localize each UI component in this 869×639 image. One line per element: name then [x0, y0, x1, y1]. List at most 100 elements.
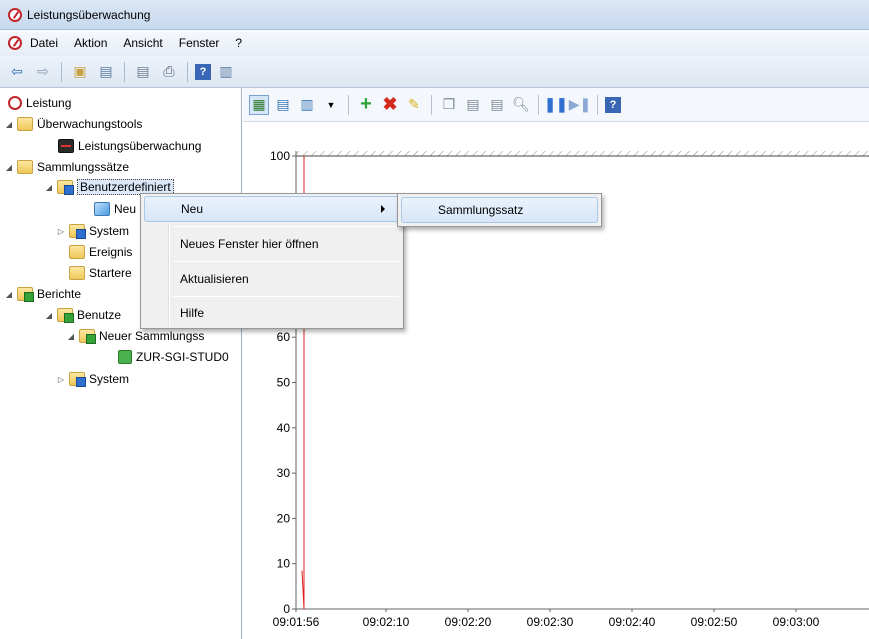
back-arrow-icon[interactable]: ⇦: [6, 61, 28, 83]
view-histogram-icon[interactable]: ▤: [273, 95, 293, 115]
menu-aktion[interactable]: Aktion: [66, 36, 115, 50]
view-graph-icon[interactable]: ▦: [249, 94, 269, 115]
menu-separator: [173, 226, 399, 227]
tree-item-label: Leistung: [26, 96, 72, 110]
menu-fenster[interactable]: Fenster: [171, 36, 228, 50]
submenu: Sammlungssatz: [397, 193, 602, 227]
tree-item-reports-system[interactable]: ▷ System: [56, 370, 129, 388]
x-tick-label: 09:02:40: [609, 615, 656, 629]
tree-item-ereignis[interactable]: Ereignis: [69, 243, 132, 261]
x-tick-label: 09:02:30: [527, 615, 574, 629]
toolbar-separator: [348, 94, 349, 115]
context-menu-item-neu[interactable]: Neu: [144, 196, 400, 222]
collapse-triangle-icon[interactable]: ◢: [44, 311, 54, 320]
tree-item-label: System: [89, 372, 130, 386]
chart-top-hatch: [296, 151, 869, 156]
toolbar-separator: [61, 61, 62, 82]
tree-item-label: Überwachungstools: [37, 117, 143, 131]
context-menu-item-hilfe[interactable]: Hilfe: [144, 300, 400, 326]
submenu-item-sammlungssatz[interactable]: Sammlungssatz: [401, 197, 598, 223]
tree-item-leistung[interactable]: Leistung: [8, 94, 71, 112]
console-tree: Leistung ◢ Überwachungstools Leistungsüb…: [0, 88, 242, 639]
copy-properties-icon[interactable]: ❐: [439, 95, 459, 115]
zoom-icon[interactable]: 🔍︎: [511, 95, 531, 115]
menu-ansicht[interactable]: Ansicht: [115, 36, 170, 50]
show-hide-tree-icon[interactable]: ▤: [95, 61, 117, 83]
folder-icon: [17, 160, 33, 174]
menu-separator: [173, 261, 399, 262]
paste-counter-list-icon[interactable]: ▤: [463, 95, 483, 115]
performance-gauge-icon: [8, 7, 22, 22]
tree-item-label: Ereignis: [89, 245, 133, 259]
help-icon[interactable]: ?: [195, 63, 211, 80]
data-collector-set-icon: [94, 202, 110, 216]
add-counter-icon[interactable]: +: [356, 93, 376, 115]
context-menu-label: Aktualisieren: [180, 272, 249, 286]
y-tick-label: 100: [270, 149, 290, 163]
collapse-triangle-icon[interactable]: ◢: [4, 120, 14, 129]
menu-datei[interactable]: Datei: [22, 36, 66, 50]
tree-item-label: ZUR-SGI-STUD0: [136, 350, 229, 364]
help-icon[interactable]: ?: [605, 96, 621, 113]
freeze-display-icon[interactable]: ❚❚: [544, 95, 567, 115]
y-tick-label: 60: [277, 330, 291, 344]
highlight-icon[interactable]: ✎: [404, 95, 424, 115]
tree-item-neuer-sammlungssatz[interactable]: ◢ Neuer Sammlungss: [66, 327, 204, 345]
tree-item-ueberwachungstools[interactable]: ◢ Überwachungstools: [4, 115, 142, 133]
expand-triangle-icon[interactable]: ▷: [56, 375, 66, 384]
properties-icon[interactable]: ▤: [132, 61, 154, 83]
y-tick-label: 50: [277, 376, 291, 390]
menu-help[interactable]: ?: [227, 36, 250, 50]
tree-item-report[interactable]: ZUR-SGI-STUD0: [118, 348, 229, 366]
dropdown-icon[interactable]: ▼: [321, 95, 341, 115]
tree-item-sammlungssaetze[interactable]: ◢ Sammlungssätze: [4, 158, 129, 176]
tree-item-system[interactable]: ▷ System: [56, 222, 129, 240]
system-menu-icon[interactable]: [8, 36, 22, 50]
graph-pane: ▦ ▤ ▥ ▼ + ✖ ✎ ❐ ▤ ▤ 🔍︎ ❚❚ ▶❚ ? 0 10 20 30 40…: [243, 88, 869, 639]
print-icon[interactable]: ⎙: [158, 61, 180, 83]
change-graph-type-icon[interactable]: ▥: [297, 95, 317, 115]
reports-folder-icon: [17, 287, 34, 302]
submenu-label: Sammlungssatz: [438, 203, 524, 217]
toolbar-separator: [124, 61, 125, 82]
tree-item-reports-benutzerdefiniert[interactable]: ◢ Benutze: [44, 306, 121, 324]
y-tick-label: 30: [277, 466, 291, 480]
y-tick-label: 10: [277, 557, 291, 571]
context-menu-label: Neu: [181, 202, 204, 216]
title-bar: Leistungsüberwachung: [0, 0, 869, 30]
delete-counter-icon[interactable]: ✖: [380, 94, 400, 115]
tree-item-label: Sammlungssätze: [37, 160, 130, 174]
properties-icon[interactable]: ▤: [487, 95, 507, 115]
tree-item-neu[interactable]: Neu: [94, 200, 136, 218]
context-menu-item-aktualisieren[interactable]: Aktualisieren: [144, 266, 400, 292]
collapse-triangle-icon[interactable]: ◢: [4, 163, 14, 172]
context-menu-item-neues-fenster[interactable]: Neues Fenster hier öffnen: [144, 231, 400, 257]
performance-monitor-icon: [58, 139, 74, 153]
tree-item-label: Leistungsüberwachung: [78, 139, 202, 153]
expand-triangle-icon[interactable]: ▷: [56, 227, 66, 236]
collapse-triangle-icon[interactable]: ◢: [66, 332, 76, 341]
tree-item-berichte[interactable]: ◢ Berichte: [4, 285, 81, 303]
folder-icon: [17, 117, 33, 131]
system-folder-icon: [69, 224, 86, 239]
tree-item-label: Neuer Sammlungss: [99, 329, 205, 343]
y-tick-label: 40: [277, 421, 291, 435]
tree-item-label: Benutze: [77, 308, 122, 322]
up-folder-icon[interactable]: ▣: [69, 61, 91, 83]
main-toolbar: ⇦ ⇨ ▣ ▤ ▤ ⎙ ? ▥: [0, 56, 869, 88]
show-hide-action-icon[interactable]: ▥: [215, 61, 237, 83]
forward-arrow-icon[interactable]: ⇨: [32, 61, 54, 83]
menu-bar: Datei Aktion Ansicht Fenster ?: [0, 30, 869, 56]
tree-item-leistungsueberwachung[interactable]: Leistungsüberwachung: [58, 137, 201, 155]
update-data-icon[interactable]: ▶❚: [569, 95, 592, 115]
tree-item-startere[interactable]: Startere: [69, 264, 132, 282]
context-menu: Neu Neues Fenster hier öffnen Aktualisie…: [140, 193, 404, 329]
collapse-triangle-icon[interactable]: ◢: [44, 183, 54, 192]
toolbar-separator: [597, 94, 598, 115]
collapse-triangle-icon[interactable]: ◢: [4, 290, 14, 299]
y-tick-label: 20: [277, 511, 291, 525]
report-icon: [118, 350, 132, 364]
tree-item-label: Startere: [89, 266, 132, 280]
toolbar-separator: [431, 94, 432, 115]
performance-gauge-icon: [8, 96, 22, 110]
